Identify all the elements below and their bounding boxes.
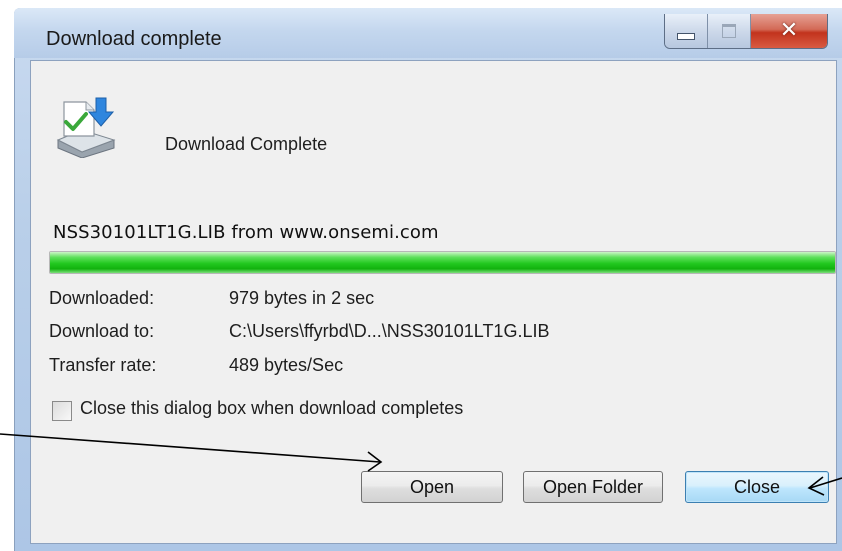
- close-button[interactable]: Close: [685, 471, 829, 503]
- window-close-button[interactable]: ✕: [751, 14, 827, 48]
- close-when-complete-label[interactable]: Close this dialog box when download comp…: [80, 398, 463, 419]
- downloaded-value: 979 bytes in 2 sec: [229, 288, 375, 308]
- open-folder-button[interactable]: Open Folder: [523, 471, 663, 503]
- download-source: NSS30101LT1G.LIB from www.onsemi.com: [53, 222, 439, 243]
- download-complete-icon: [56, 97, 116, 158]
- close-icon: ✕: [779, 18, 799, 43]
- progress-bar: [49, 251, 836, 274]
- transfer-rate-value: 489 bytes/Sec: [229, 355, 344, 375]
- minimize-button[interactable]: [665, 14, 708, 48]
- headline: Download Complete: [165, 134, 328, 154]
- download-to-label: Download to:: [49, 321, 155, 341]
- download-to-value: C:\Users\ffyrbd\D...\NSS30101LT1G.LIB: [229, 321, 550, 341]
- dialog-body: Download Complete NSS30101LT1G.LIB from …: [30, 60, 837, 544]
- open-button[interactable]: Open: [361, 471, 503, 503]
- maximize-button[interactable]: [708, 14, 751, 48]
- progress-fill: [50, 252, 835, 273]
- close-when-complete-checkbox[interactable]: [52, 401, 72, 421]
- window-title: Download complete: [46, 28, 222, 50]
- transfer-rate-label: Transfer rate:: [49, 355, 157, 375]
- title-bar[interactable]: Download complete ✕: [14, 8, 842, 58]
- downloaded-label: Downloaded:: [49, 288, 155, 308]
- minimize-icon: [677, 32, 695, 40]
- maximize-icon: [722, 24, 736, 38]
- caption-buttons: ✕: [664, 14, 828, 49]
